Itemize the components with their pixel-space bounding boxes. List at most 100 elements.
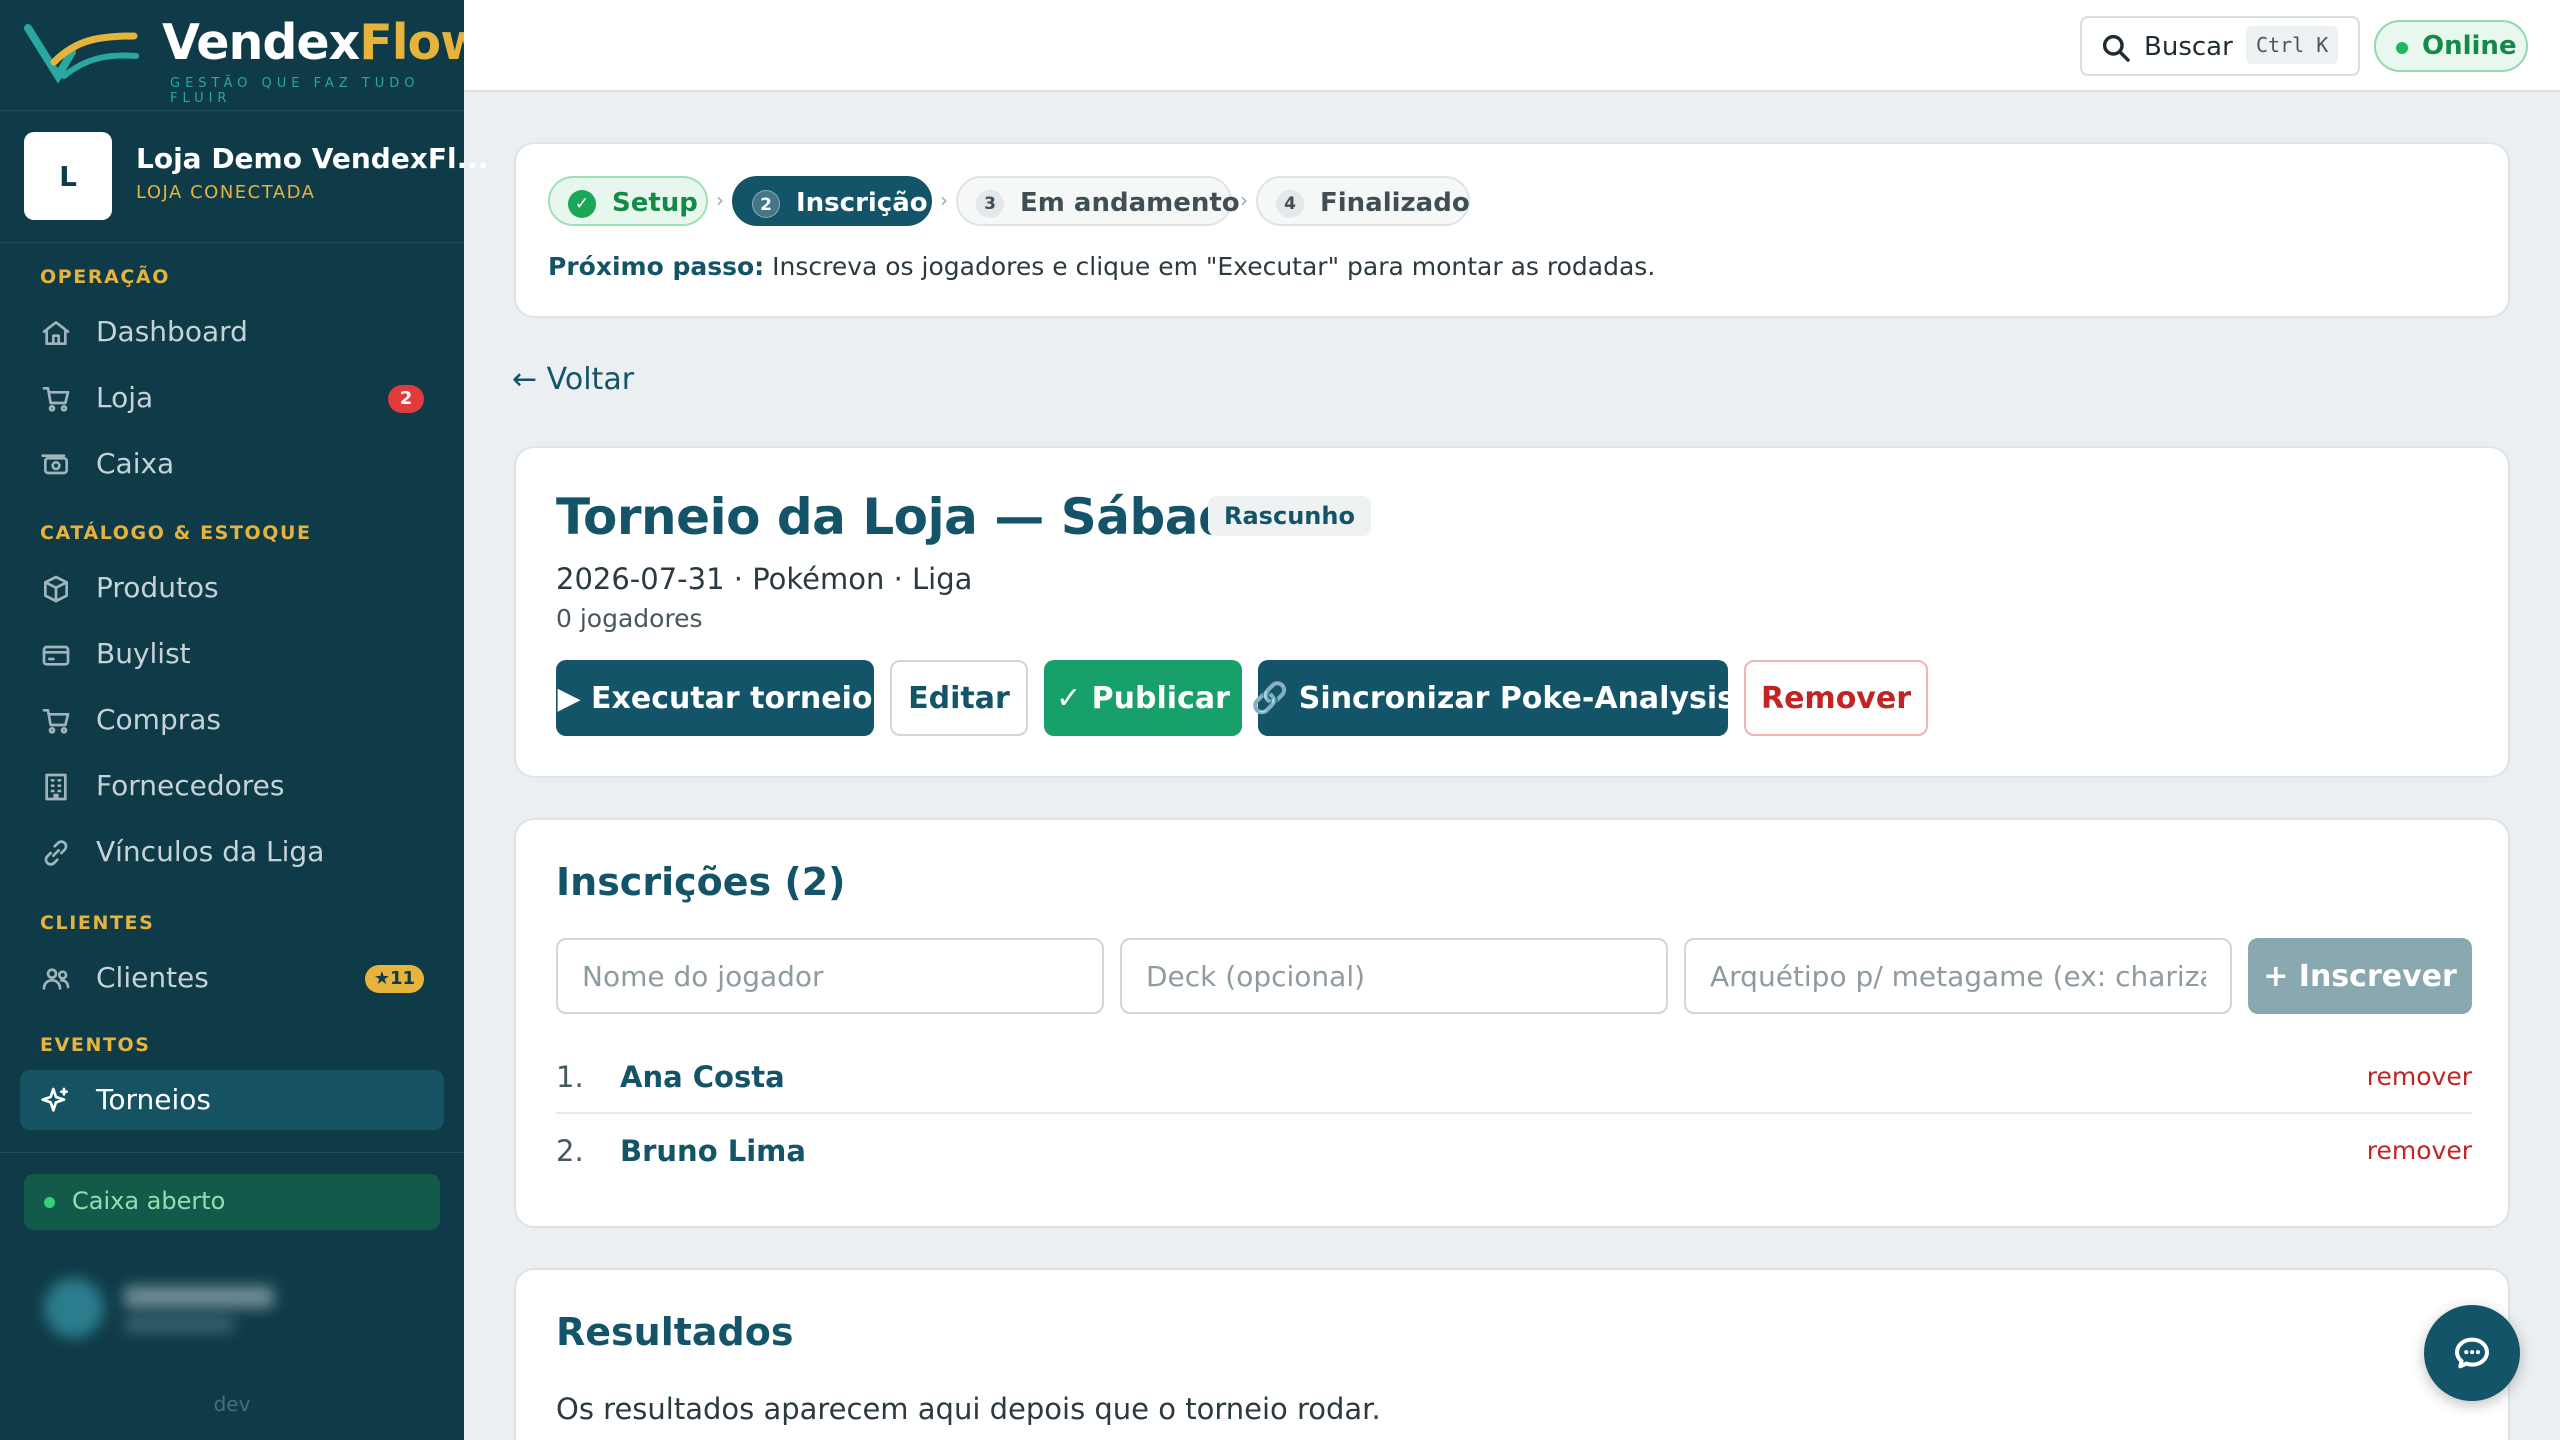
registrations-card: Inscrições (2) + Inscrever 1. Ana Costa … xyxy=(514,818,2510,1228)
status-dot xyxy=(2396,42,2408,54)
store-status: LOJA CONECTADA xyxy=(136,182,316,203)
execute-tournament-button[interactable]: ▶ Executar torneio xyxy=(556,660,874,736)
register-button[interactable]: + Inscrever xyxy=(2248,938,2472,1014)
brand-logo[interactable]: VendexFlow GESTÃO QUE FAZ TUDO FLUIR xyxy=(24,14,485,106)
brand-name: VendexFlow xyxy=(162,14,485,71)
sidebar-item-label: Buylist xyxy=(96,637,191,670)
caixa-status-label: Caixa aberto xyxy=(72,1187,226,1215)
loyalty-badge: ★11 xyxy=(364,965,424,993)
tournament-card: Torneio da Loja — Sábado Rascunho 2026-0… xyxy=(514,446,2510,778)
cart-icon xyxy=(40,383,72,415)
user-name-placeholder xyxy=(124,1286,274,1308)
connection-status-label: Online xyxy=(2422,31,2517,61)
sidebar: VendexFlow GESTÃO QUE FAZ TUDO FLUIR L L… xyxy=(0,0,489,1440)
divider xyxy=(0,1152,464,1153)
brand-tagline: GESTÃO QUE FAZ TUDO FLUIR xyxy=(170,76,420,106)
store-name: Loja Demo VendexFl... xyxy=(136,142,489,175)
chevron-right-icon: › xyxy=(940,188,948,212)
section-clientes: CLIENTES xyxy=(40,912,155,934)
step-number: 4 xyxy=(1276,190,1304,218)
avatar xyxy=(44,1278,104,1338)
step-em-andamento[interactable]: 3 Em andamento xyxy=(956,176,1240,226)
box-icon xyxy=(40,573,72,605)
sidebar-item-label: Clientes xyxy=(96,961,209,994)
chat-icon xyxy=(2455,1337,2489,1369)
archetype-input[interactable] xyxy=(1684,938,2232,1014)
player-name[interactable]: Bruno Lima xyxy=(620,1134,806,1168)
sidebar-item-loja[interactable]: Loja 2 xyxy=(20,368,444,428)
sync-poke-analysis-button[interactable]: 🔗 Sincronizar Poke-Analysis xyxy=(1251,660,1735,736)
remove-player-link[interactable]: remover xyxy=(2367,1136,2472,1165)
sidebar-item-label: Fornecedores xyxy=(96,769,285,802)
check-icon: ✓ xyxy=(568,190,596,218)
caixa-status[interactable]: Caixa aberto xyxy=(24,1174,440,1230)
step-number: 2 xyxy=(752,190,780,218)
users-icon xyxy=(40,963,72,995)
step-label: Setup xyxy=(612,188,698,218)
step-finalizado[interactable]: 4 Finalizado xyxy=(1256,176,1470,226)
home-icon xyxy=(40,317,72,349)
divider xyxy=(0,110,464,111)
logo-mark-icon xyxy=(24,24,139,84)
sidebar-item-buylist[interactable]: Buylist xyxy=(20,624,444,684)
topbar: Buscar Ctrl K Online xyxy=(464,0,2560,92)
registrations-title: Inscrições (2) xyxy=(556,860,846,904)
sidebar-item-label: Produtos xyxy=(96,571,219,604)
sparkle-icon xyxy=(40,1085,72,1117)
sidebar-item-torneios[interactable]: Torneios xyxy=(20,1070,444,1130)
sidebar-item-label: Compras xyxy=(96,703,221,736)
sidebar-item-label: Dashboard xyxy=(96,315,248,348)
chat-button[interactable] xyxy=(2424,1305,2520,1401)
section-eventos: EVENTOS xyxy=(40,1034,151,1056)
step-label: Em andamento xyxy=(1020,188,1240,218)
remove-tournament-button[interactable]: Remover xyxy=(1744,660,1928,736)
player-number: 2. xyxy=(556,1134,584,1168)
results-title: Resultados xyxy=(556,1310,794,1354)
user-role-placeholder xyxy=(124,1318,234,1332)
search-icon xyxy=(2102,34,2130,62)
deck-input[interactable] xyxy=(1120,938,1668,1014)
step-label: Inscrição xyxy=(796,188,928,218)
step-setup[interactable]: ✓ Setup xyxy=(548,176,708,226)
sidebar-item-label: Torneios xyxy=(96,1083,211,1116)
remove-player-link[interactable]: remover xyxy=(2367,1062,2472,1091)
section-catalogo: CATÁLOGO & ESTOQUE xyxy=(40,522,312,544)
cash-register-icon xyxy=(40,449,72,481)
section-operacao: OPERAÇÃO xyxy=(40,266,170,288)
player-count: 0 jogadores xyxy=(556,604,703,633)
sidebar-item-vinculos[interactable]: Vínculos da Liga xyxy=(20,822,444,882)
sidebar-item-fornecedores[interactable]: Fornecedores xyxy=(20,756,444,816)
edit-button[interactable]: Editar xyxy=(890,660,1028,736)
store-card[interactable]: L Loja Demo VendexFl... LOJA CONECTADA xyxy=(24,132,489,222)
sidebar-item-compras[interactable]: Compras xyxy=(20,690,444,750)
publish-button[interactable]: ✓ Publicar xyxy=(1044,660,1242,736)
step-number: 3 xyxy=(976,190,1004,218)
progress-stepper: ✓ Setup › 2 Inscrição › 3 Em andamento ›… xyxy=(514,142,2510,318)
divider xyxy=(0,242,464,243)
sidebar-item-dashboard[interactable]: Dashboard xyxy=(20,302,444,362)
status-badge: Rascunho xyxy=(1208,496,1371,536)
results-empty-text: Os resultados aparecem aqui depois que o… xyxy=(556,1392,1381,1426)
player-name[interactable]: Ana Costa xyxy=(620,1060,785,1094)
step-inscricao[interactable]: 2 Inscrição xyxy=(732,176,932,226)
card-icon xyxy=(40,639,72,671)
chevron-right-icon: › xyxy=(1240,188,1248,212)
sidebar-item-clientes[interactable]: Clientes ★11 xyxy=(20,948,444,1008)
list-item: 2. Bruno Lima remover xyxy=(556,1114,2472,1188)
sidebar-item-label: Vínculos da Liga xyxy=(96,835,325,868)
player-name-input[interactable] xyxy=(556,938,1104,1014)
environment-label: dev xyxy=(213,1392,251,1416)
player-number: 1. xyxy=(556,1060,584,1094)
user-profile-blurred[interactable] xyxy=(24,1266,440,1356)
sidebar-item-label: Loja xyxy=(96,381,154,414)
sidebar-item-label: Caixa xyxy=(96,447,175,480)
step-label: Finalizado xyxy=(1320,188,1470,218)
notification-badge: 2 xyxy=(388,385,424,413)
sidebar-item-caixa[interactable]: Caixa xyxy=(20,434,444,494)
search-label: Buscar xyxy=(2144,32,2233,62)
sidebar-item-produtos[interactable]: Produtos xyxy=(20,558,444,618)
back-link[interactable]: ← Voltar xyxy=(512,362,634,397)
cart-icon xyxy=(40,705,72,737)
chevron-right-icon: › xyxy=(716,188,724,212)
search-button[interactable]: Buscar Ctrl K xyxy=(2080,16,2360,76)
